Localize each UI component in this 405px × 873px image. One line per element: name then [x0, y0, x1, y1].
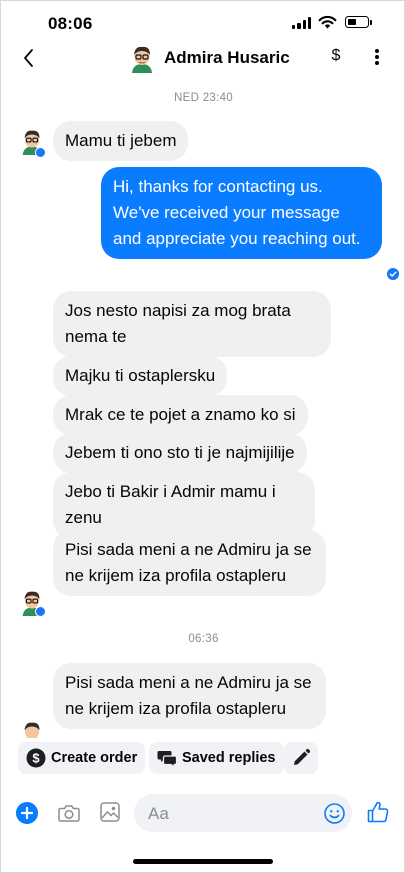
plus-icon[interactable]: [16, 802, 38, 824]
saved-replies-label: Saved replies: [182, 750, 276, 766]
incoming-message[interactable]: Jos nesto napisi za mog brata nema te: [53, 291, 331, 357]
dollar-circle-icon: $: [26, 748, 46, 768]
battery-icon: [345, 16, 369, 28]
wifi-icon: [318, 15, 337, 29]
status-time: 08:06: [48, 14, 93, 33]
read-receipt-icon: [387, 268, 399, 280]
battery-cap: [370, 20, 372, 25]
edit-button[interactable]: [284, 742, 318, 774]
chevron-left-icon[interactable]: [17, 45, 41, 71]
saved-replies-button[interactable]: Saved replies: [149, 742, 284, 774]
home-indicator: [133, 859, 273, 864]
outgoing-message[interactable]: Hi, thanks for contacting us. We've rece…: [101, 167, 382, 259]
verified-badge-icon: [35, 606, 46, 617]
incoming-message[interactable]: Majku ti ostaplersku: [53, 356, 228, 396]
message-input[interactable]: Aa: [134, 794, 352, 832]
status-bar: 08:06: [1, 1, 404, 41]
pencil-icon: [294, 748, 311, 765]
more-vertical-icon[interactable]: [370, 47, 384, 67]
message-input-placeholder: Aa: [148, 804, 169, 823]
contact-name[interactable]: Admira Husaric: [164, 48, 290, 68]
create-order-label: Create order: [51, 750, 138, 766]
emoji-icon[interactable]: [324, 803, 345, 824]
message-composer: Aa: [1, 791, 404, 837]
verified-badge-icon: [35, 147, 46, 158]
incoming-message[interactable]: Mamu ti jebem: [53, 121, 189, 161]
incoming-message[interactable]: Mrak ce te pojet a znamo ko si: [53, 395, 308, 435]
cellular-signal-icon: [292, 17, 312, 29]
incoming-message[interactable]: Pisi sada meni a ne Admiru ja se ne krij…: [53, 530, 326, 596]
svg-text:$: $: [32, 751, 40, 766]
incoming-message[interactable]: Jebo ti Bakir i Admir mamu i zenu: [53, 472, 315, 538]
timestamp: NED 23:40: [174, 92, 233, 104]
camera-icon[interactable]: [58, 803, 80, 823]
saved-replies-icon: [157, 751, 177, 768]
timestamp: 06:36: [188, 633, 219, 645]
chat-header: Admira Husaric $: [1, 41, 404, 77]
messenger-screen: 08:06 Admira Husaric $ NED 23:40 Mamu ti…: [0, 0, 405, 873]
incoming-message[interactable]: Jebem ti ono sto ti je najmijilije: [53, 433, 307, 473]
thumbs-up-icon[interactable]: [367, 801, 389, 823]
incoming-message[interactable]: Pisi sada meni a ne Admiru ja se ne krij…: [53, 663, 326, 729]
image-icon[interactable]: [100, 802, 120, 822]
avatar[interactable]: [127, 43, 157, 73]
dollar-icon[interactable]: $: [327, 47, 345, 65]
create-order-button[interactable]: $ Create order: [18, 742, 146, 774]
quick-actions-bar: $ Create order Saved replies: [1, 738, 404, 778]
